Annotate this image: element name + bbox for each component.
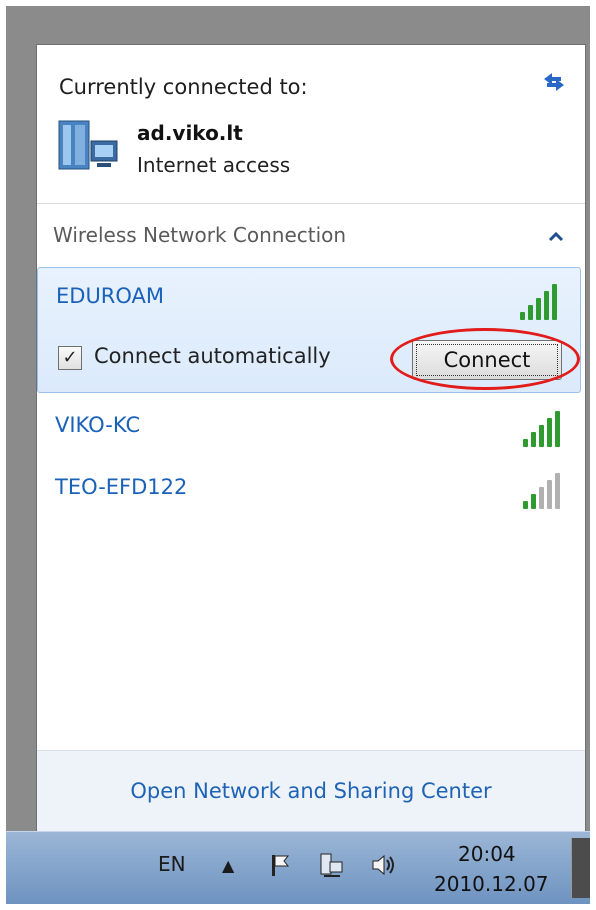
signal-bar: [528, 305, 533, 320]
signal-bar: [555, 411, 560, 447]
window-frame: Currently connected to: ad.viko.lt Inter…: [6, 6, 590, 904]
network-item-viko-kc[interactable]: VIKO-KC: [37, 401, 585, 453]
network-flyout: Currently connected to: ad.viko.lt Inter…: [36, 44, 586, 838]
chevron-up-icon[interactable]: [547, 229, 565, 243]
signal-bar: [547, 480, 552, 509]
current-network-name: ad.viko.lt: [137, 121, 243, 145]
signal-bar: [531, 432, 536, 447]
network-name: VIKO-KC: [55, 413, 141, 437]
network-name: EDUROAM: [56, 284, 165, 308]
signal-strength-icon: [523, 407, 567, 447]
annotation-circle: [390, 328, 580, 390]
signal-bar: [523, 501, 528, 509]
signal-bar: [531, 494, 536, 509]
signal-bar: [539, 487, 544, 509]
signal-bar: [520, 312, 525, 320]
section-title: Wireless Network Connection: [53, 223, 347, 247]
signal-strength-icon: [523, 469, 567, 509]
network-icon: [58, 120, 118, 170]
current-connection-title: Currently connected to:: [59, 75, 308, 99]
divider: [37, 203, 585, 204]
show-desktop-button[interactable]: [571, 838, 590, 898]
signal-bar: [539, 425, 544, 447]
volume-icon[interactable]: [368, 850, 398, 880]
current-network-status: Internet access: [137, 153, 291, 177]
connect-automatically-checkbox[interactable]: ✓: [58, 346, 82, 370]
signal-bar: [536, 298, 541, 320]
refresh-icon[interactable]: [539, 67, 569, 97]
action-center-flag-icon[interactable]: [266, 850, 296, 880]
network-item-teo-efd122[interactable]: TEO-EFD122: [37, 463, 585, 515]
signal-bar: [523, 439, 528, 447]
network-tray-icon[interactable]: [316, 850, 346, 880]
network-item-eduroam[interactable]: EDUROAM ✓ Connect automatically Connect: [37, 267, 581, 393]
language-indicator[interactable]: EN: [158, 852, 186, 876]
clock-date[interactable]: 2010.12.07: [434, 872, 549, 896]
signal-bar: [547, 418, 552, 447]
show-hidden-icons-arrow[interactable]: ▲: [222, 856, 234, 875]
signal-bar: [544, 291, 549, 320]
connect-automatically-label: Connect automatically: [94, 344, 331, 368]
signal-bar: [552, 284, 557, 320]
taskbar: EN ▲ 20:04 2010.12.07: [6, 831, 590, 904]
signal-strength-icon: [520, 280, 564, 320]
network-name: TEO-EFD122: [55, 475, 188, 499]
open-network-sharing-center-link[interactable]: Open Network and Sharing Center: [37, 779, 585, 803]
clock-time[interactable]: 20:04: [458, 842, 516, 866]
flyout-footer: Open Network and Sharing Center: [37, 750, 585, 837]
signal-bar: [555, 473, 560, 509]
